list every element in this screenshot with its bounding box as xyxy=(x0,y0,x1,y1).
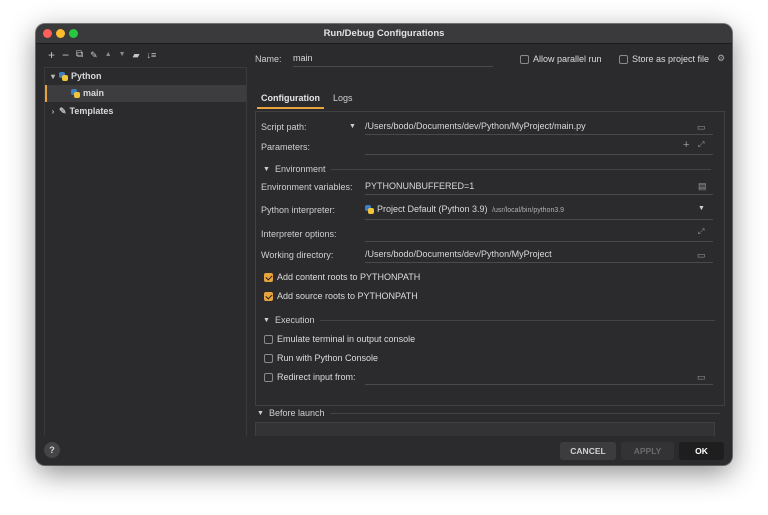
interpreter-select[interactable]: Project Default (Python 3.9) /usr/local/… xyxy=(365,201,713,220)
chevron-down-icon[interactable]: ▾ xyxy=(47,68,59,85)
working-dir-label: Working directory: xyxy=(261,250,334,260)
redirect-input-checkbox[interactable] xyxy=(264,373,273,382)
before-launch-section[interactable]: ▼ Before launch xyxy=(257,408,721,418)
folder-icon[interactable]: ▭ xyxy=(697,122,706,133)
ok-button[interactable]: OK xyxy=(679,442,724,460)
configuration-content: Name: main Allow parallel run Store as p… xyxy=(247,43,732,436)
python-icon xyxy=(59,72,68,81)
section-divider xyxy=(330,412,721,414)
configurations-sidebar: + − ⧉ ✎ ▲ ▼ ▰ ↓≡ ▾ Python main › ✎ Templ xyxy=(44,43,247,436)
interpreter-path: /usr/local/bin/python3.9 xyxy=(492,207,565,214)
folder-icon[interactable]: ▭ xyxy=(697,250,706,261)
tab-configuration[interactable]: Configuration xyxy=(261,93,320,103)
window-title: Run/Debug Configurations xyxy=(323,28,445,39)
name-input[interactable]: main xyxy=(293,52,493,67)
before-launch-label: Before launch xyxy=(268,408,325,418)
chevron-down-icon: ▼ xyxy=(263,165,270,173)
gear-icon[interactable]: ⚙ xyxy=(717,53,725,64)
tab-logs[interactable]: Logs xyxy=(333,93,353,103)
section-divider xyxy=(320,319,716,321)
apply-button[interactable]: APPLY xyxy=(621,442,674,460)
chevron-right-icon[interactable]: › xyxy=(47,103,59,120)
tree-node-templates[interactable]: › ✎ Templates xyxy=(47,103,114,120)
execution-section-label: Execution xyxy=(274,315,315,325)
add-source-roots-label: Add source roots to PYTHONPATH xyxy=(277,291,418,301)
interpreter-options-label: Interpreter options: xyxy=(261,229,337,239)
python-icon xyxy=(71,89,80,98)
sidebar-toolbar: + − ⧉ ✎ ▲ ▼ ▰ ↓≡ xyxy=(44,47,156,63)
before-launch-list[interactable] xyxy=(255,422,715,436)
configuration-tree: ▾ Python main › ✎ Templates xyxy=(44,67,247,436)
name-label: Name: xyxy=(255,54,282,64)
add-content-roots-checkbox[interactable] xyxy=(264,273,273,282)
tree-label-main: main xyxy=(83,88,105,98)
chevron-down-icon[interactable]: ▼ xyxy=(698,205,705,212)
redirect-input-label: Redirect input from: xyxy=(277,372,356,382)
environment-section[interactable]: ▼ Environment xyxy=(263,164,712,174)
chevron-down-icon[interactable]: ▼ xyxy=(349,123,356,130)
emulate-terminal-label: Emulate terminal in output console xyxy=(277,334,416,344)
environment-section-label: Environment xyxy=(274,164,326,174)
help-button[interactable]: ? xyxy=(44,442,60,458)
store-as-project-label: Store as project file xyxy=(632,54,710,64)
run-with-console-label: Run with Python Console xyxy=(277,353,379,363)
add-icon[interactable]: + xyxy=(48,49,55,61)
tree-node-python[interactable]: ▾ Python xyxy=(47,68,102,85)
script-path-input[interactable]: /Users/bodo/Documents/dev/Python/MyProje… xyxy=(365,120,713,135)
tree-label-templates: Templates xyxy=(69,106,114,116)
wrench-icon: ✎ xyxy=(59,106,67,116)
execution-section[interactable]: ▼ Execution xyxy=(263,315,716,325)
emulate-terminal-checkbox[interactable] xyxy=(264,335,273,344)
chevron-down-icon: ▼ xyxy=(263,316,270,324)
section-divider xyxy=(331,168,712,170)
env-vars-label: Environment variables: xyxy=(261,182,353,192)
expand-icon[interactable]: ⤢ xyxy=(698,227,704,237)
interpreter-value: Project Default (Python 3.9) xyxy=(377,204,488,214)
add-source-roots-checkbox[interactable] xyxy=(264,292,273,301)
expand-icon[interactable]: ⤢ xyxy=(698,140,704,150)
wrench-icon[interactable]: ✎ xyxy=(90,50,98,60)
allow-parallel-label: Allow parallel run xyxy=(533,54,602,64)
working-dir-input[interactable]: /Users/bodo/Documents/dev/Python/MyProje… xyxy=(365,248,713,263)
add-icon[interactable]: + xyxy=(683,139,689,151)
interpreter-label: Python interpreter: xyxy=(261,205,336,215)
tab-active-indicator xyxy=(257,107,324,109)
python-icon xyxy=(365,205,374,215)
folder-add-icon[interactable]: ▰ xyxy=(133,50,140,60)
interpreter-options-input[interactable] xyxy=(365,227,713,242)
remove-icon[interactable]: − xyxy=(62,49,69,61)
add-content-roots-label: Add content roots to PYTHONPATH xyxy=(277,272,421,282)
store-as-project-checkbox[interactable] xyxy=(619,55,628,64)
folder-icon[interactable]: ▭ xyxy=(697,372,706,383)
script-path-label: Script path: xyxy=(261,122,307,132)
redirect-input-field[interactable] xyxy=(365,370,713,385)
chevron-down-icon: ▼ xyxy=(257,409,264,417)
allow-parallel-checkbox[interactable] xyxy=(520,55,529,64)
parameters-input[interactable] xyxy=(365,140,713,155)
copy-icon[interactable]: ⧉ xyxy=(76,50,83,60)
document-icon[interactable]: ▤ xyxy=(698,181,707,192)
tree-node-main[interactable]: main xyxy=(71,85,104,102)
move-up-icon[interactable]: ▲ xyxy=(105,50,112,60)
title-bar: Run/Debug Configurations xyxy=(36,24,732,44)
run-with-console-checkbox[interactable] xyxy=(264,354,273,363)
run-debug-dialog: Run/Debug Configurations + − ⧉ ✎ ▲ ▼ ▰ ↓… xyxy=(36,24,732,465)
sort-icon[interactable]: ↓≡ xyxy=(147,50,157,60)
parameters-label: Parameters: xyxy=(261,142,311,152)
cancel-button[interactable]: CANCEL xyxy=(560,442,616,460)
tree-label-python: Python xyxy=(71,71,102,81)
env-vars-input[interactable]: PYTHONUNBUFFERED=1 xyxy=(365,180,713,195)
move-down-icon[interactable]: ▼ xyxy=(119,50,126,60)
dialog-footer: ? CANCEL APPLY OK xyxy=(36,436,732,465)
